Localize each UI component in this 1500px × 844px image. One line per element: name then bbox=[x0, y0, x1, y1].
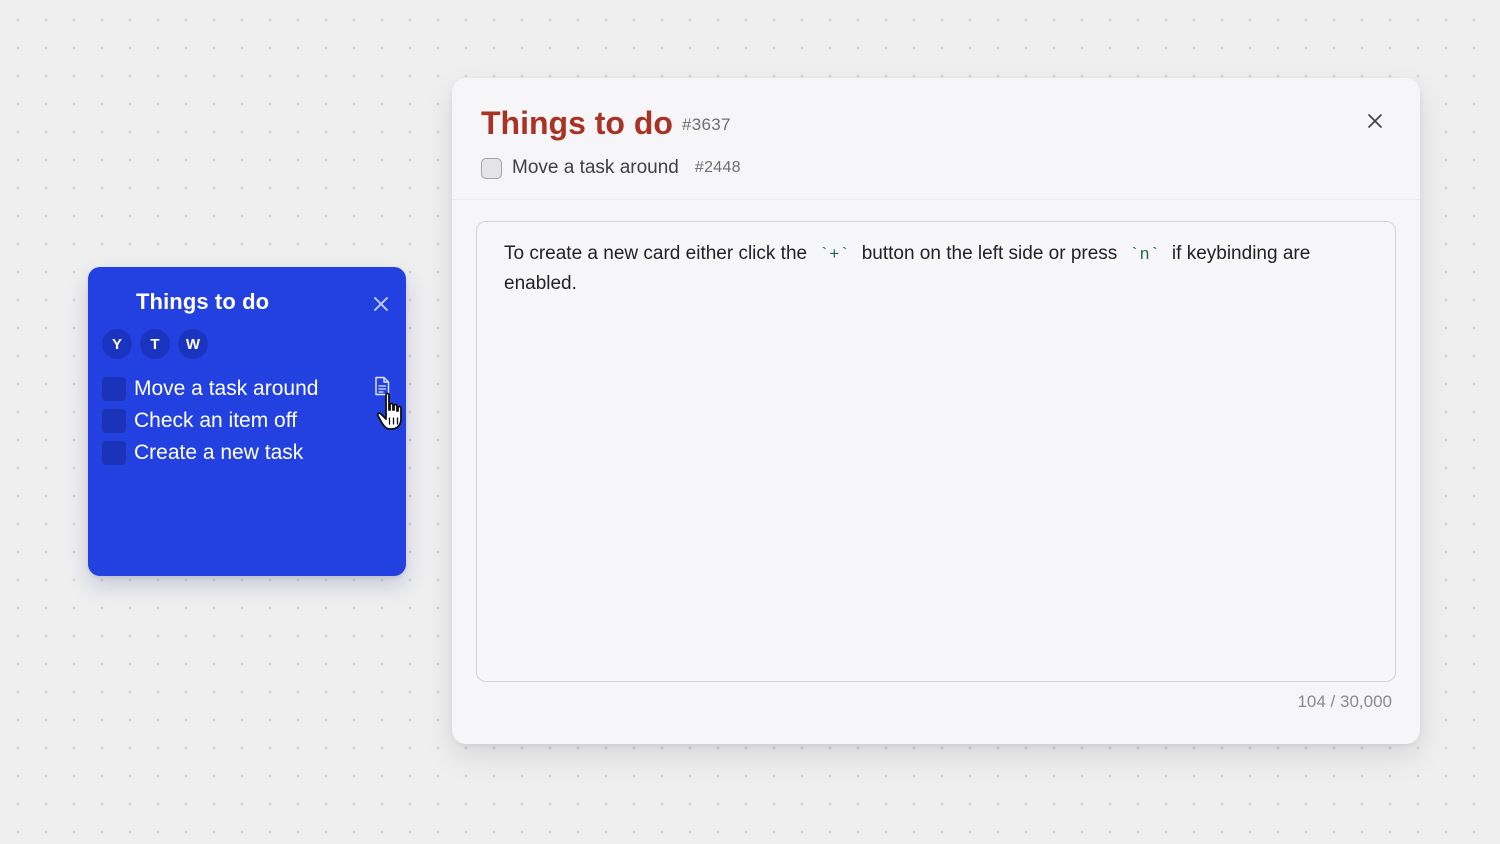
checklist-item-label: Check an item off bbox=[134, 409, 298, 432]
avatar[interactable]: W bbox=[178, 329, 208, 359]
card-detail-modal: Things to do #3637 Move a task around #2… bbox=[452, 78, 1420, 744]
subtask-checkbox[interactable] bbox=[481, 157, 502, 179]
description-editor[interactable]: To create a new card either click the `+`… bbox=[476, 221, 1396, 682]
checklist-item-label: Create a new task bbox=[134, 441, 304, 464]
subtask-row[interactable]: Move a task around #2448 bbox=[481, 157, 741, 179]
description-text: To create a new card either click the `+`… bbox=[504, 240, 1368, 298]
card-checklist: Move a task around Check an item off Cre… bbox=[102, 373, 318, 469]
card-id: #3637 bbox=[682, 115, 731, 134]
inline-code: `+` bbox=[819, 246, 850, 265]
subtask-id: #2448 bbox=[694, 159, 741, 176]
checklist-item[interactable]: Move a task around bbox=[102, 373, 318, 405]
close-icon[interactable] bbox=[1367, 113, 1383, 129]
divider bbox=[452, 199, 1420, 200]
card-title: Things to do bbox=[136, 289, 270, 314]
character-count: 104 / 30,000 bbox=[1297, 692, 1392, 711]
description-segment: To create a new card either click the bbox=[504, 243, 808, 264]
todo-card[interactable]: Things to do Y T W Move a task around Ch… bbox=[88, 267, 406, 576]
pointer-hand-icon bbox=[376, 392, 402, 430]
subtask-label[interactable]: Move a task around bbox=[512, 157, 679, 179]
inline-code: `n` bbox=[1129, 246, 1160, 265]
assignee-avatars: Y T W bbox=[102, 329, 208, 359]
checklist-item-label: Move a task around bbox=[134, 377, 319, 400]
avatar[interactable]: Y bbox=[102, 329, 132, 359]
checkbox[interactable] bbox=[102, 409, 126, 433]
checklist-item[interactable]: Check an item off bbox=[102, 405, 318, 437]
close-icon[interactable] bbox=[372, 295, 390, 313]
modal-title[interactable]: Things to do bbox=[481, 105, 673, 142]
avatar[interactable]: T bbox=[140, 329, 170, 359]
checkbox[interactable] bbox=[102, 441, 126, 465]
checkbox[interactable] bbox=[102, 377, 126, 401]
checklist-item[interactable]: Create a new task bbox=[102, 437, 318, 469]
description-segment: button on the left side or press bbox=[861, 243, 1118, 264]
